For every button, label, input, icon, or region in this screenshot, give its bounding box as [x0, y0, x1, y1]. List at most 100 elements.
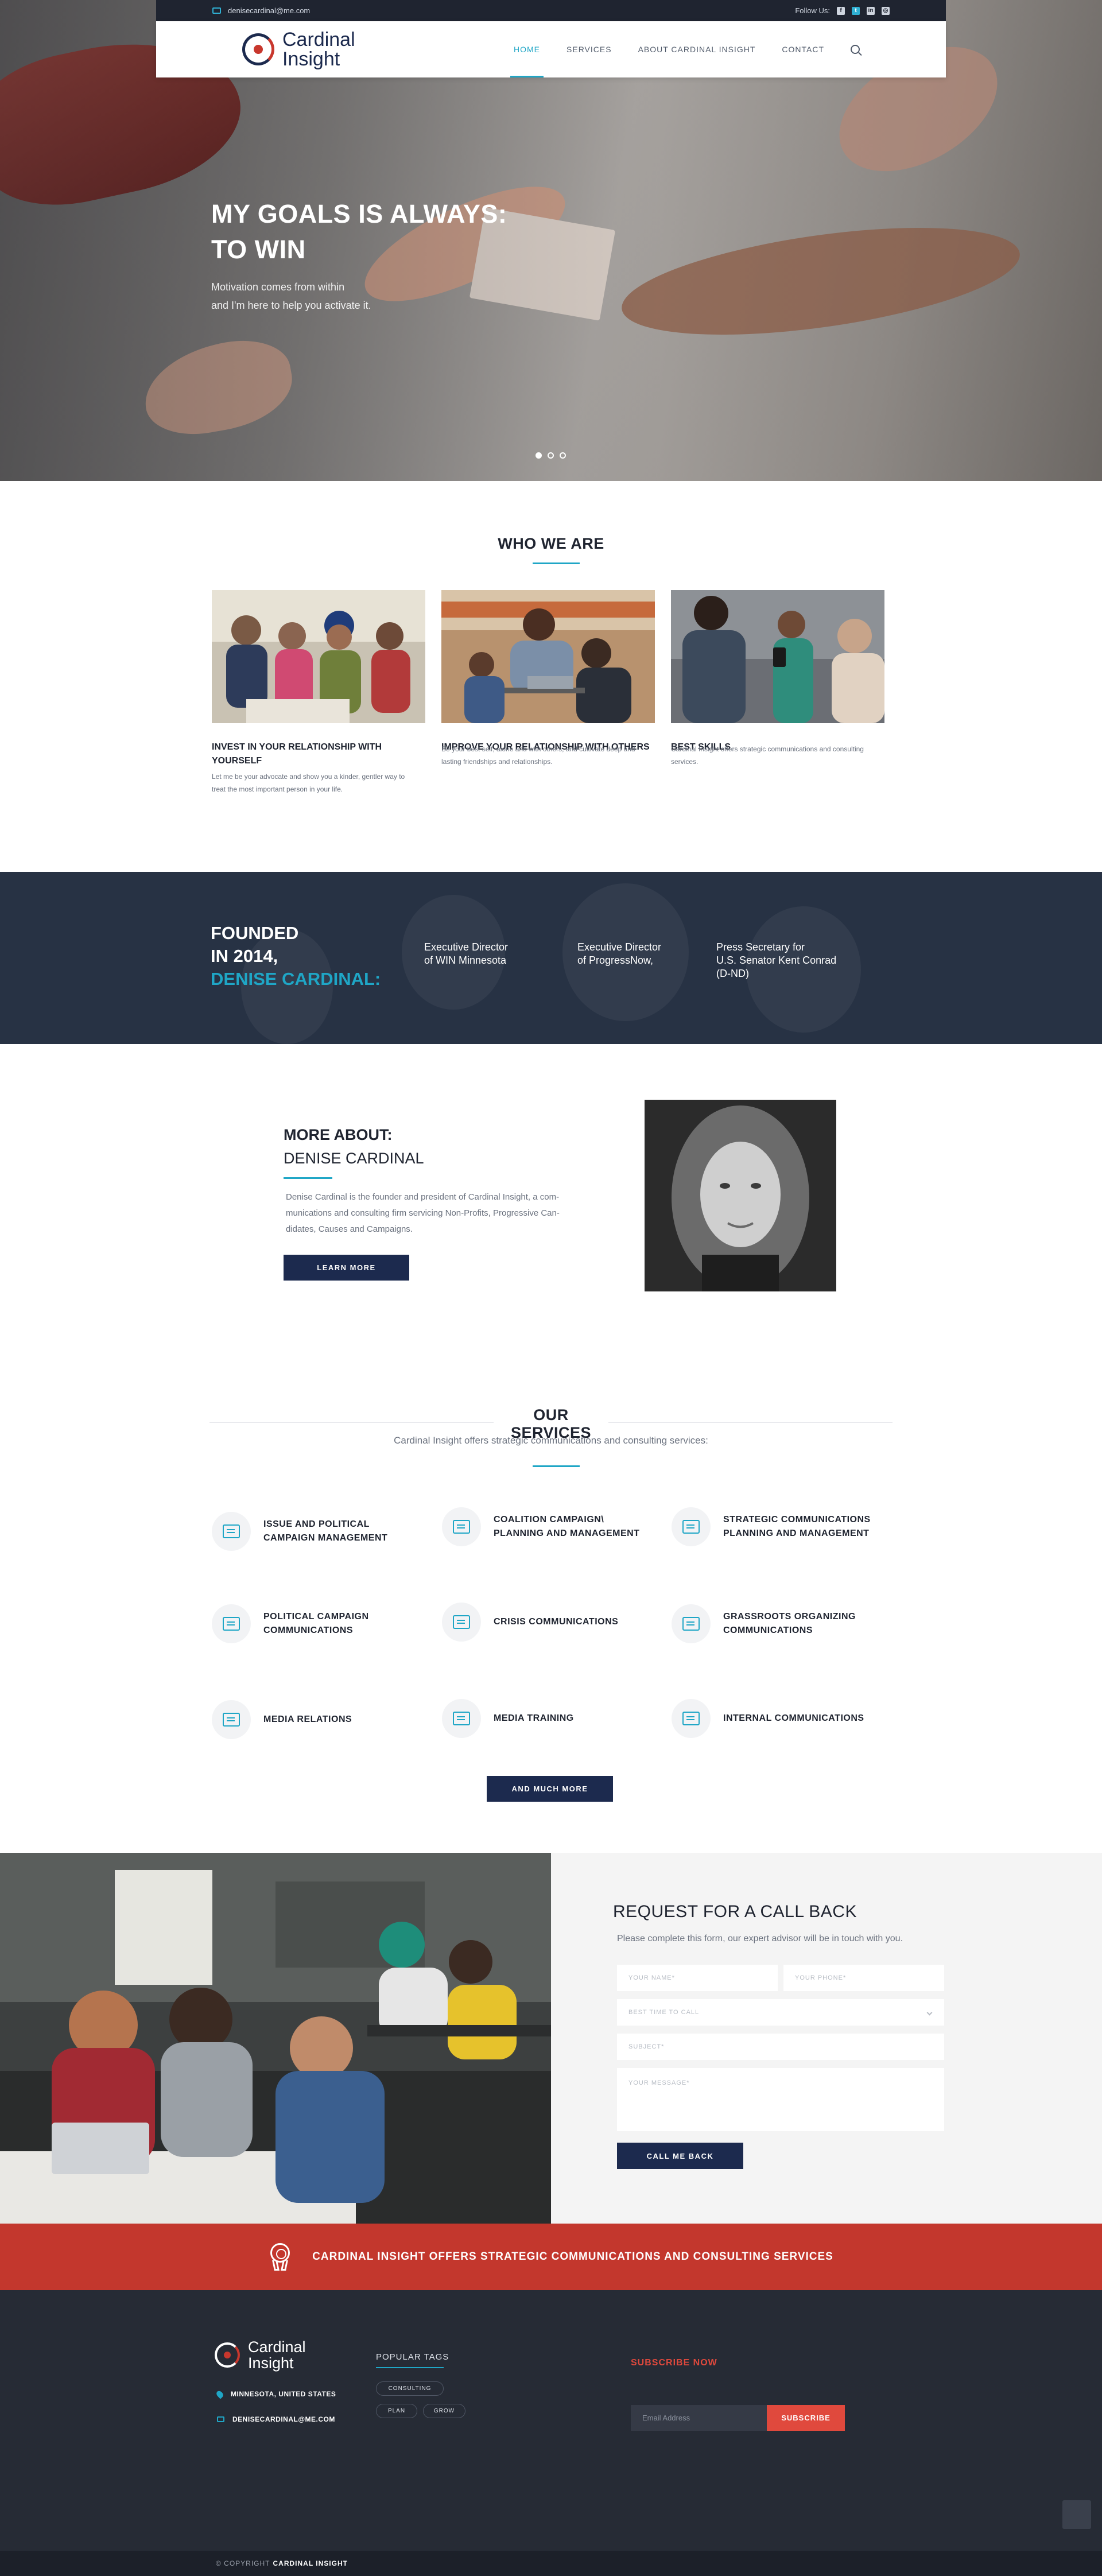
who-card: IMPROVE YOUR RELATIONSHIP WITH OTHERS Be… — [441, 590, 655, 768]
founded-role: Press Secretary for U.S. Senator Kent Con… — [716, 941, 836, 980]
footer — [0, 2290, 1102, 2551]
who-card-image — [212, 590, 425, 723]
tags-underline — [376, 2367, 444, 2368]
best-time-select[interactable]: BEST TIME TO CALL — [617, 1999, 944, 2026]
phone-field[interactable]: YOUR PHONE* — [783, 1965, 944, 1991]
top-email[interactable]: denisecardinal@me.com — [212, 6, 310, 15]
cta-banner-text: CARDINAL INSIGHT OFFERS STRATEGIC COMMUN… — [312, 2251, 833, 2263]
slider-dot-1[interactable] — [536, 452, 542, 459]
founded-role-line: of ProgressNow, — [577, 955, 654, 966]
tag-consulting[interactable]: CONSULTING — [376, 2381, 444, 2396]
who-card-image — [671, 590, 884, 723]
hero-title: MY GOALS IS ALWAYS: TO WIN — [211, 196, 507, 267]
who-card-text-line: lasting friendships and relationships. — [441, 758, 553, 766]
footer-location-text: MINNESOTA, UNITED STATES — [231, 2390, 336, 2398]
founded-role-line: Executive Director — [424, 941, 509, 953]
service-label: COALITION CAMPAIGN\ PLANNING AND MANAGEME… — [494, 1513, 639, 1541]
service-label-line: MEDIA RELATIONS — [263, 1714, 352, 1724]
cta-banner: CARDINAL INSIGHT OFFERS STRATEGIC COMMUN… — [0, 2224, 1102, 2290]
logo-line: Insight — [248, 2354, 294, 2372]
who-card-title-line: INVEST IN YOUR RELATIONSHIP WITH — [212, 742, 382, 752]
slider-dot-3[interactable] — [560, 452, 566, 459]
service-label: GRASSROOTS ORGANIZING COMMUNICATIONS — [723, 1610, 856, 1638]
who-card-text-line: Let me be your advocate and show you a k… — [212, 773, 405, 781]
instagram-icon[interactable]: ◎ — [882, 6, 890, 15]
nav-item-home[interactable]: HOME — [510, 21, 544, 77]
top-email-text[interactable]: denisecardinal@me.com — [228, 6, 310, 15]
nav-item-services[interactable]: SERVICES — [566, 21, 612, 77]
service-label: MEDIA TRAINING — [494, 1712, 574, 1725]
logo-line: Cardinal — [282, 29, 355, 51]
tag-plan[interactable]: PLAN — [376, 2404, 417, 2418]
callback-photo — [0, 1853, 551, 2224]
service-item[interactable]: POLITICAL CAMPAIGN COMMUNICATIONS — [212, 1604, 369, 1643]
twitter-icon[interactable]: t — [852, 6, 860, 15]
nav-item-about[interactable]: ABOUT CARDINAL INSIGHT — [638, 21, 756, 77]
subscribe-button[interactable]: SUBSCRIBE — [767, 2405, 845, 2431]
main-navbar: Cardinal Insight HOME SERVICES ABOUT CARD… — [156, 21, 946, 77]
line-chart-icon — [442, 1603, 481, 1642]
service-label: STRATEGIC COMMUNICATIONS PLANNING AND MAN… — [723, 1513, 871, 1541]
copyright-brand: CARDINAL INSIGHT — [273, 2559, 348, 2567]
call-me-back-button[interactable]: CALL ME BACK — [617, 2143, 743, 2169]
who-card-text: Cardinal Insight offers strategic commun… — [671, 743, 884, 768]
service-item[interactable]: STRATEGIC COMMUNICATIONS PLANNING AND MAN… — [672, 1507, 871, 1546]
search-icon[interactable] — [851, 45, 860, 54]
service-label-line: STRATEGIC COMMUNICATIONS — [723, 1515, 871, 1524]
who-card-image — [441, 590, 655, 723]
footer-logo-text: Cardinal Insight — [248, 2339, 306, 2371]
service-item[interactable]: COALITION CAMPAIGN\ PLANNING AND MANAGEME… — [442, 1507, 639, 1546]
hero-title-line: MY GOALS IS ALWAYS: — [211, 199, 507, 228]
logo-line: Insight — [282, 48, 340, 70]
founded-band — [0, 872, 1102, 1044]
service-item[interactable]: MEDIA TRAINING — [442, 1699, 574, 1738]
back-to-top-button[interactable] — [1062, 2500, 1091, 2529]
linkedin-icon[interactable]: in — [867, 6, 875, 15]
service-label-line: COALITION CAMPAIGN\ — [494, 1515, 604, 1524]
founded-role-line: (D-ND) — [716, 968, 749, 979]
facebook-icon[interactable]: f — [837, 6, 845, 15]
about-heading: MORE ABOUT: DENISE CARDINAL — [284, 1123, 424, 1170]
who-card-text: Be your best self, alone and with others… — [441, 743, 655, 768]
service-label-line: MEDIA TRAINING — [494, 1713, 574, 1723]
name-field[interactable]: YOUR NAME* — [617, 1965, 778, 1991]
service-item[interactable]: MEDIA RELATIONS — [212, 1700, 352, 1739]
footer-logo[interactable]: Cardinal Insight — [215, 2339, 306, 2371]
slider-dot-2[interactable] — [548, 452, 554, 459]
tag-grow[interactable]: GROW — [423, 2404, 465, 2418]
footer-email-text[interactable]: DENISECARDINAL@ME.COM — [232, 2415, 335, 2423]
best-time-value: BEST TIME TO CALL — [628, 2009, 700, 2016]
nav-item-contact[interactable]: CONTACT — [782, 21, 824, 77]
tags-title: POPULAR TAGS — [376, 2352, 449, 2362]
logo[interactable]: Cardinal Insight — [242, 30, 355, 69]
who-card-text-line: Be your best self, alone and with others… — [441, 745, 635, 753]
about-heading-line: DENISE CARDINAL — [284, 1150, 424, 1167]
subject-field[interactable]: SUBJECT* — [617, 2034, 944, 2060]
and-much-more-button[interactable]: AND MUCH MORE — [487, 1776, 613, 1802]
about-text-line: munications and consulting firm servicin… — [286, 1208, 560, 1218]
service-item[interactable]: GRASSROOTS ORGANIZING COMMUNICATIONS — [672, 1604, 856, 1643]
classroom-photo — [0, 1853, 551, 2224]
clipboard-pen-icon — [442, 1507, 481, 1546]
subscribe-email-input[interactable]: Email Address — [631, 2405, 767, 2431]
service-label-line: CAMPAIGN MANAGEMENT — [263, 1533, 388, 1543]
founder-portrait — [645, 1100, 836, 1291]
founded-name: DENISE CARDINAL: — [211, 969, 381, 989]
message-field[interactable]: YOUR MESSAGE* — [617, 2068, 944, 2131]
service-label: CRISIS COMMUNICATIONS — [494, 1615, 618, 1629]
safe-icon — [672, 1507, 711, 1546]
founded-title: FOUNDED IN 2014, DENISE CARDINAL: — [211, 922, 381, 991]
service-item[interactable]: CRISIS COMMUNICATIONS — [442, 1603, 618, 1642]
service-label-line: POLITICAL CAMPAIGN — [263, 1612, 369, 1621]
page: MY GOALS IS ALWAYS: TO WIN Motivation com… — [0, 0, 1102, 2576]
gavel-icon — [212, 1700, 251, 1739]
services-underline — [533, 1465, 580, 1467]
learn-more-button[interactable]: LEARN MORE — [284, 1255, 409, 1281]
footer-email[interactable]: DENISECARDINAL@ME.COM — [217, 2415, 335, 2423]
founded-role: Executive Director of ProgressNow, — [577, 941, 661, 967]
group-students-photo — [212, 590, 425, 723]
service-item[interactable]: INTERNAL COMMUNICATIONS — [672, 1699, 864, 1738]
speech-bubbles-icon — [212, 1604, 251, 1643]
who-card-title-line: YOURSELF — [212, 756, 262, 766]
service-item[interactable]: ISSUE AND POLITICAL CAMPAIGN MANAGEMENT — [212, 1512, 387, 1551]
